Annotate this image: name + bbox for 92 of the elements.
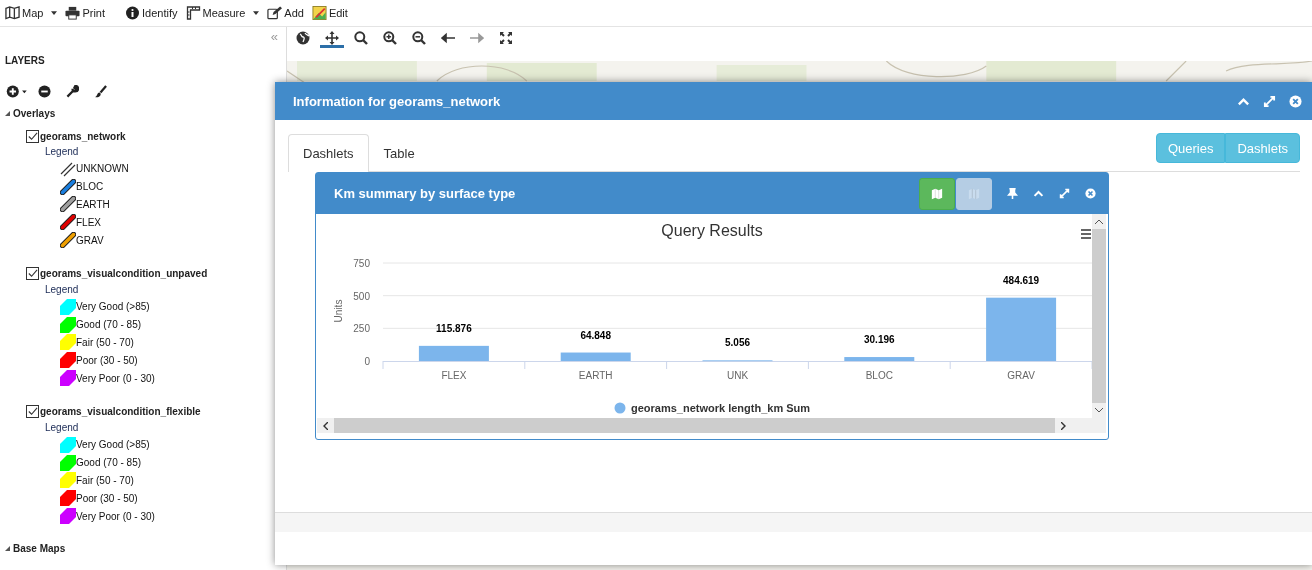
- legend-title: Legend: [44, 145, 80, 159]
- tab[interactable]: Dashlets: [288, 134, 369, 172]
- printer-icon: [65, 6, 81, 20]
- add-icon[interactable]: [6, 84, 27, 98]
- legend-title: Legend: [44, 283, 80, 297]
- category-label: EARTH: [578, 370, 613, 381]
- toolbar-button[interactable]: Map: [5, 6, 64, 20]
- dialog-title: Information for georams_network: [293, 93, 502, 109]
- scroll-right-icon[interactable]: [1061, 421, 1066, 430]
- legend-label: FLEX: [76, 216, 101, 228]
- legend-label: Very Good (>85): [76, 439, 150, 451]
- legend-label: Fair (50 - 70): [76, 336, 134, 348]
- legend-label: UNKNOWN: [76, 163, 129, 175]
- legend-label: Very Poor (0 - 30): [76, 372, 155, 384]
- magnifier-icon: [354, 31, 368, 45]
- panel-title: LAYERS: [5, 54, 46, 68]
- toolbar-button[interactable]: Edit: [311, 6, 354, 20]
- axis-tick-label: 750: [353, 258, 370, 269]
- legend-label: Very Good (>85): [76, 301, 150, 313]
- close-icon[interactable]: [1085, 188, 1096, 199]
- group-label[interactable]: Base Maps: [13, 543, 66, 555]
- chart-title: Query Results: [661, 222, 763, 239]
- map-icon: [931, 187, 943, 200]
- edit-icon: [267, 6, 283, 20]
- globe-icon: [296, 31, 310, 45]
- checkbox[interactable]: [26, 267, 39, 281]
- tab[interactable]: Table: [368, 134, 430, 172]
- toolbar-button[interactable]: Identify: [125, 6, 184, 20]
- checkbox[interactable]: [26, 405, 39, 419]
- legend-label: Good (70 - 85): [76, 457, 142, 469]
- expand-icon[interactable]: [5, 546, 10, 552]
- toolbar-button[interactable]: Print: [65, 6, 112, 20]
- legend-label: Very Poor (0 - 30): [76, 510, 155, 522]
- map-toggle-button[interactable]: [956, 177, 992, 210]
- legend-label: Poor (30 - 50): [76, 492, 138, 504]
- chevron-up-icon[interactable]: [1033, 188, 1044, 199]
- expand-icon[interactable]: [5, 110, 10, 116]
- wrench-icon[interactable]: [66, 84, 79, 98]
- ruler-icon: [185, 6, 201, 20]
- axis-tick-label: 0: [364, 356, 370, 367]
- data-label: 5.056: [725, 337, 750, 349]
- info-icon: [125, 6, 141, 20]
- image-icon: [311, 6, 327, 20]
- brush-icon[interactable]: [94, 84, 107, 98]
- legend-title: Legend: [44, 420, 80, 435]
- map-toggle-button[interactable]: [919, 177, 955, 210]
- line-symbol-icon: [60, 160, 76, 177]
- checkbox[interactable]: [26, 129, 39, 143]
- category-label: GRAV: [1007, 370, 1035, 381]
- map-icon: [968, 187, 980, 200]
- magnifier-icon: [383, 31, 397, 45]
- expand-icon[interactable]: [1059, 188, 1070, 199]
- menu-icon[interactable]: [1081, 229, 1091, 239]
- group-label[interactable]: Overlays: [13, 107, 56, 119]
- legend-label: Poor (30 - 50): [76, 354, 138, 366]
- legend-label: Fair (50 - 70): [76, 474, 134, 486]
- move-icon: [325, 31, 339, 45]
- layer-name[interactable]: georams_visualcondition_unpaved: [40, 268, 208, 280]
- magnifier-icon: [412, 31, 426, 45]
- data-label: 115.876: [436, 322, 472, 334]
- toolbar-button[interactable]: Add: [267, 6, 310, 20]
- caret-icon: [253, 11, 260, 15]
- legend-label: GRAV: [76, 234, 104, 246]
- data-label: 30.196: [864, 334, 895, 346]
- category-label: UNK: [726, 370, 749, 381]
- legend-label: BLOC: [76, 181, 104, 193]
- fullscreen-icon: [499, 31, 513, 45]
- axis-title: Units: [333, 299, 344, 323]
- legend-label: EARTH: [76, 199, 110, 210]
- arrow-left-icon: [441, 31, 455, 45]
- dashlet-title: Km summary by surface type: [334, 186, 517, 201]
- data-label: 484.619: [1003, 274, 1040, 286]
- data-label: 64.848: [580, 329, 611, 341]
- arrow-right-icon: [470, 31, 484, 45]
- toolbar-button[interactable]: Measure: [185, 6, 266, 20]
- scroll-down-icon[interactable]: [1095, 408, 1103, 413]
- caret-icon: [51, 11, 58, 15]
- category-label: BLOC: [865, 370, 893, 381]
- close-icon[interactable]: [1289, 94, 1302, 108]
- scroll-up-icon[interactable]: [1095, 219, 1103, 224]
- legend-label: Good (70 - 85): [76, 319, 142, 331]
- expand-icon[interactable]: [1263, 94, 1276, 108]
- scroll-left-icon[interactable]: [323, 421, 328, 430]
- layer-name[interactable]: georams_visualcondition_flexible: [40, 406, 201, 418]
- category-label: FLEX: [441, 370, 467, 381]
- axis-tick-label: 500: [353, 290, 370, 302]
- remove-icon[interactable]: [38, 84, 51, 98]
- legend-label[interactable]: georams_network length_km Sum: [631, 402, 811, 414]
- axis-tick-label: 250: [353, 323, 370, 335]
- map-icon: [5, 6, 20, 20]
- pin-icon[interactable]: [1007, 188, 1018, 199]
- layer-name[interactable]: georams_network: [40, 130, 126, 142]
